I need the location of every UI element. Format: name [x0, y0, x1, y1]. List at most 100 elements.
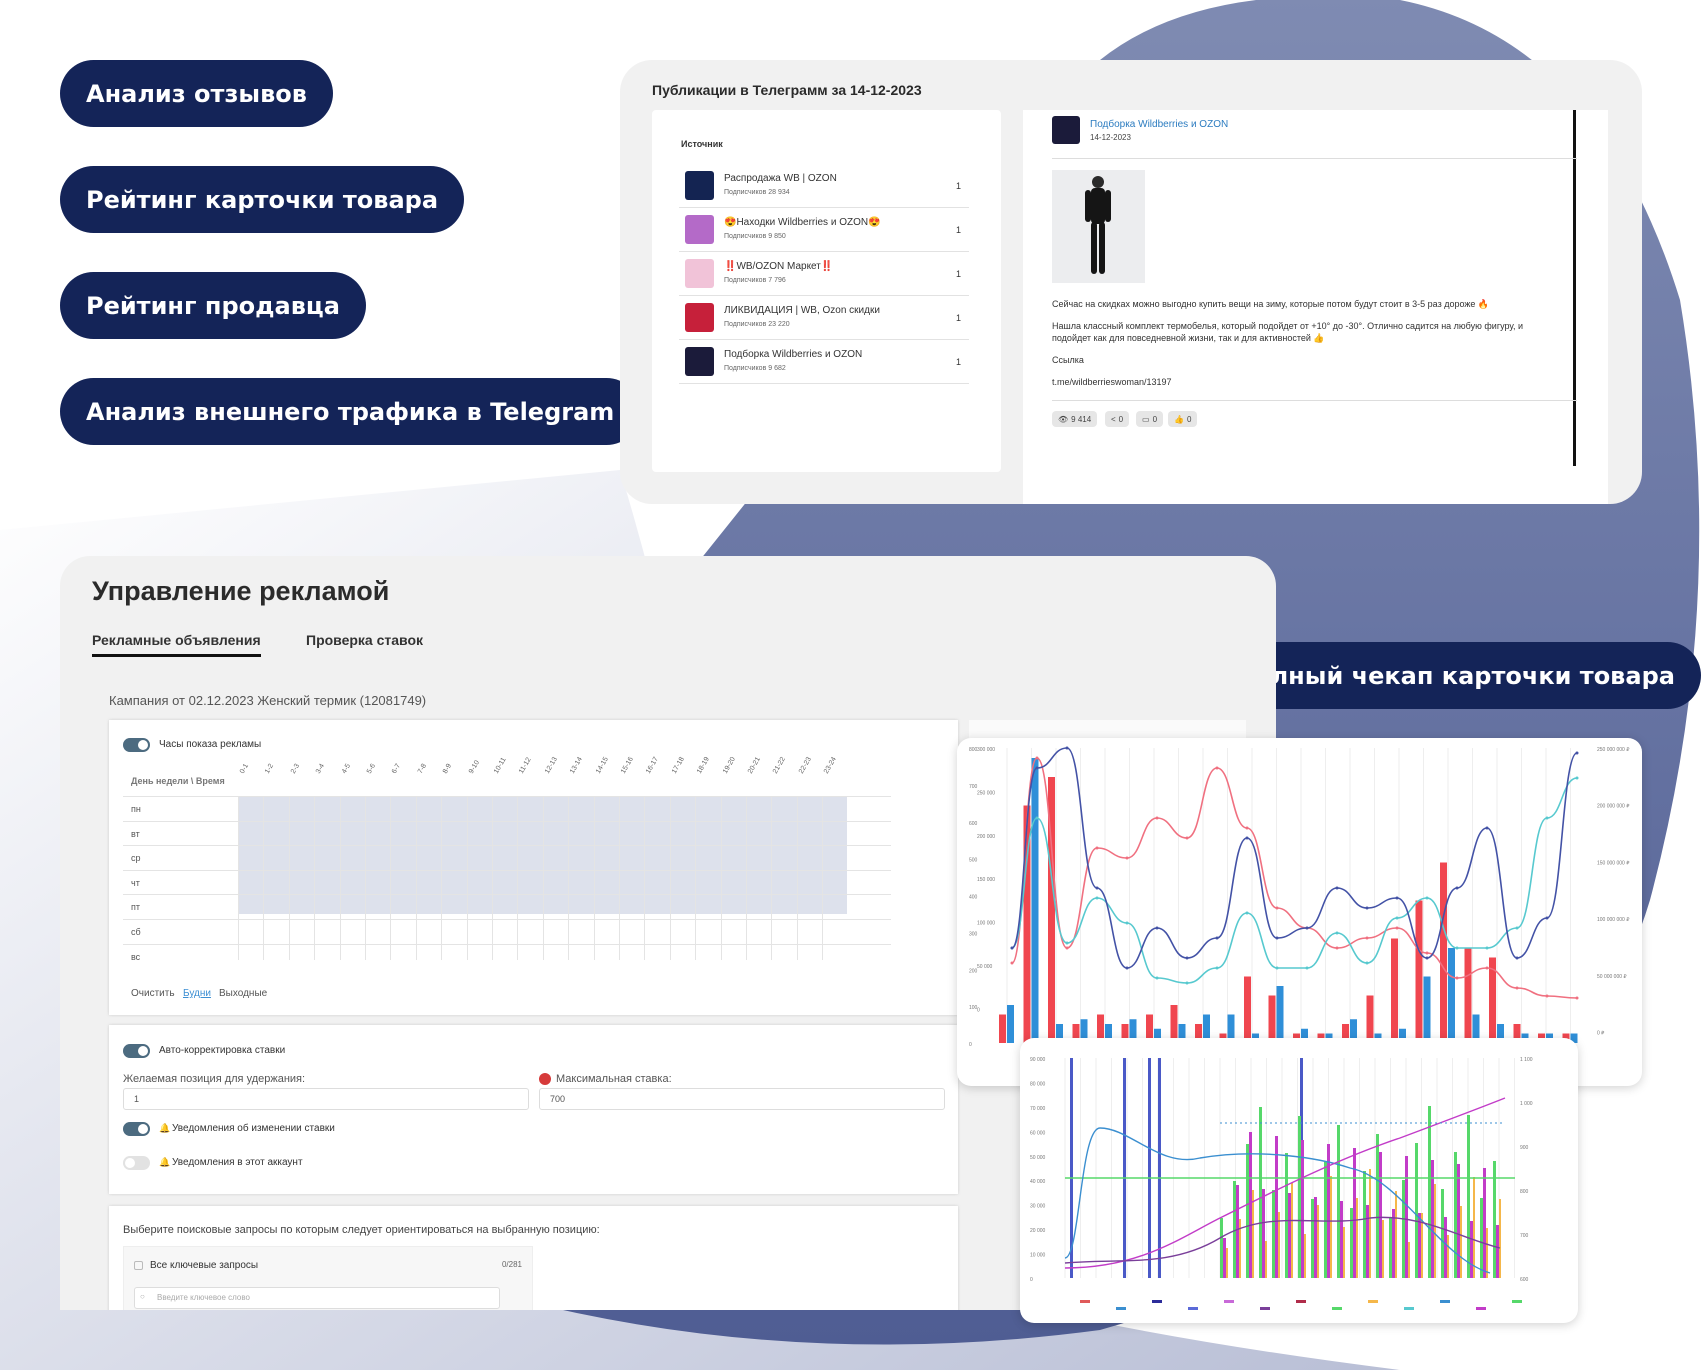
feature-reviews-pill: Анализ отзывов: [60, 60, 333, 127]
day-row[interactable]: сб: [123, 919, 891, 944]
grid-header: День недели \ Время: [131, 776, 225, 786]
weekdays-button[interactable]: Будни: [183, 988, 211, 999]
likes-count: 0: [1186, 414, 1192, 424]
day-row[interactable]: ср: [123, 845, 891, 870]
position-input[interactable]: 1: [123, 1088, 529, 1110]
bar-orange: [1486, 1228, 1488, 1278]
hour-label: 21-22: [772, 755, 788, 775]
series-navy: [1011, 747, 1578, 969]
post-text-1: Сейчас на скидках можно выгодно купить в…: [1052, 299, 1490, 309]
day-row[interactable]: чт: [123, 869, 891, 895]
source-row[interactable]: Подборка Wildberries и OZON Подписчиков 9…: [679, 340, 969, 384]
bar-red: [999, 1014, 1006, 1043]
bar-orange: [1278, 1212, 1280, 1278]
auto-bid-panel: Авто-корректировка ставки Желаемая позиц…: [109, 1025, 958, 1194]
source-row[interactable]: Распродажа WB | OZON Подписчиков 28 934 1: [679, 164, 969, 208]
eye-icon: 👁: [1058, 414, 1069, 424]
bar-magenta: [1314, 1197, 1317, 1278]
series-teal-point: [1425, 896, 1429, 900]
day-label: вт: [131, 828, 140, 839]
legend-swatch: [1260, 1307, 1270, 1310]
bell-icon: 🔔: [159, 1157, 171, 1167]
bar-orange: [1356, 1198, 1358, 1278]
stop-icon: [539, 1073, 551, 1085]
post-text-2: Нашла классный комплект термобелья, кото…: [1052, 321, 1524, 343]
feature-reviews-label: Анализ отзывов: [86, 79, 307, 108]
bar-green: [1415, 1143, 1418, 1278]
comment-icon: ▭: [1142, 414, 1150, 424]
series-teal-point: [1485, 946, 1489, 950]
y-tick: 700: [969, 784, 978, 790]
post-channel-link[interactable]: Подборка Wildberries и OZON: [1090, 119, 1228, 130]
source-row[interactable]: ‼️WB/OZON Маркет‼️ Подписчиков 7 796 1: [679, 252, 969, 296]
bar-blue: [1007, 1005, 1014, 1043]
series-navy-point: [1215, 936, 1219, 940]
hour-label: 23-24: [823, 755, 839, 775]
keyword-search-input[interactable]: Введите ключевое слово: [134, 1287, 500, 1309]
series-pink-point: [1010, 961, 1014, 965]
source-row[interactable]: ЛИКВИДАЦИЯ | WB, Ozon скидки Подписчиков …: [679, 296, 969, 340]
keywords-box: Все ключевые запросы 0/281 Введите ключе…: [123, 1246, 533, 1310]
auto-bid-toggle[interactable]: [123, 1044, 150, 1058]
clear-button[interactable]: Очистить: [131, 988, 175, 999]
thermal-underwear-model-image: [1085, 176, 1111, 274]
source-row[interactable]: 😍Находки Wildberries и OZON😍 Подписчиков …: [679, 208, 969, 252]
series-pink-point: [1245, 826, 1249, 830]
keywords-count: 0/281: [501, 1260, 522, 1269]
feature-full-checkup-label: Полный чекап карточки товара: [1234, 661, 1675, 690]
hour-label: 0-1: [238, 762, 251, 775]
series-navy-point: [1305, 926, 1309, 930]
metrics-chart-1: 800 700 600 500 400 300 200 100 0 300 000 250 000 2…: [957, 738, 1642, 1086]
divider: [1052, 400, 1577, 401]
legend-swatch: [1476, 1307, 1486, 1310]
bar-green: [1272, 1190, 1275, 1278]
notify-bid-toggle[interactable]: [123, 1122, 150, 1136]
share-icon: <: [1111, 414, 1116, 424]
series-teal-point: [1455, 946, 1459, 950]
tab-ad-listings[interactable]: Рекламные объявления: [92, 632, 261, 657]
telegram-publications-card: Публикации в Телеграмм за 14-12-2023 Ист…: [620, 60, 1642, 504]
notify-bid-label: Уведомления об изменении ставки: [172, 1123, 335, 1134]
hour-label: 6-7: [391, 762, 403, 775]
divider: [1052, 158, 1577, 159]
max-bid-input[interactable]: 700: [539, 1088, 945, 1110]
post-scrollbar[interactable]: [1573, 110, 1576, 466]
bar-green: [1389, 1217, 1392, 1278]
bar-magenta: [1366, 1205, 1369, 1278]
day-row[interactable]: вс: [123, 943, 891, 969]
bar-orange: [1317, 1205, 1319, 1278]
hour-label: 22-23: [797, 755, 813, 775]
bar-orange: [1447, 1235, 1449, 1278]
day-row[interactable]: вт: [123, 820, 891, 846]
source-subscribers: Подписчиков 7 796: [724, 277, 786, 284]
day-row[interactable]: пт: [123, 894, 891, 919]
series-teal-point: [1395, 916, 1399, 920]
hour-label: 9-10: [467, 759, 481, 775]
tab-bid-check[interactable]: Проверка ставок: [306, 632, 423, 654]
bar-green: [1285, 1153, 1288, 1278]
bar-orange: [1291, 1183, 1293, 1278]
hour-label: 8-9: [442, 762, 454, 775]
metrics-chart-2: 90 000 80 000 70 000 60 000 50 000 40 000 30 0…: [1020, 1038, 1578, 1323]
notify-account-toggle[interactable]: [123, 1156, 150, 1170]
bar-red: [1415, 900, 1423, 1043]
series-navy-point: [1425, 956, 1429, 960]
source-subscribers: Подписчиков 9 682: [724, 365, 786, 372]
bar-green: [1337, 1125, 1340, 1278]
bar-orange: [1473, 1177, 1475, 1278]
series-teal-point: [1095, 896, 1099, 900]
post-link[interactable]: t.me/wildberrieswoman/13197: [1052, 376, 1562, 388]
ad-hours-toggle[interactable]: [123, 738, 150, 752]
y3-tick: 50 000 000 ₽: [1597, 974, 1627, 980]
y-tick: 0: [1030, 1277, 1033, 1283]
bar-orange: [1226, 1248, 1228, 1278]
source-count: 1: [955, 313, 961, 323]
all-keywords-checkbox[interactable]: [134, 1261, 143, 1270]
day-row[interactable]: пн: [123, 796, 891, 821]
weekends-button[interactable]: Выходные: [219, 988, 267, 999]
schedule-grid: День недели \ Время 0-1 1-2 2-3 3-4 4-5 5-6 6-…: [123, 756, 891, 962]
bar-magenta: [1353, 1148, 1356, 1278]
bar-green: [1402, 1180, 1405, 1278]
legend-swatch: [1512, 1300, 1522, 1303]
bar-green: [1298, 1116, 1301, 1278]
